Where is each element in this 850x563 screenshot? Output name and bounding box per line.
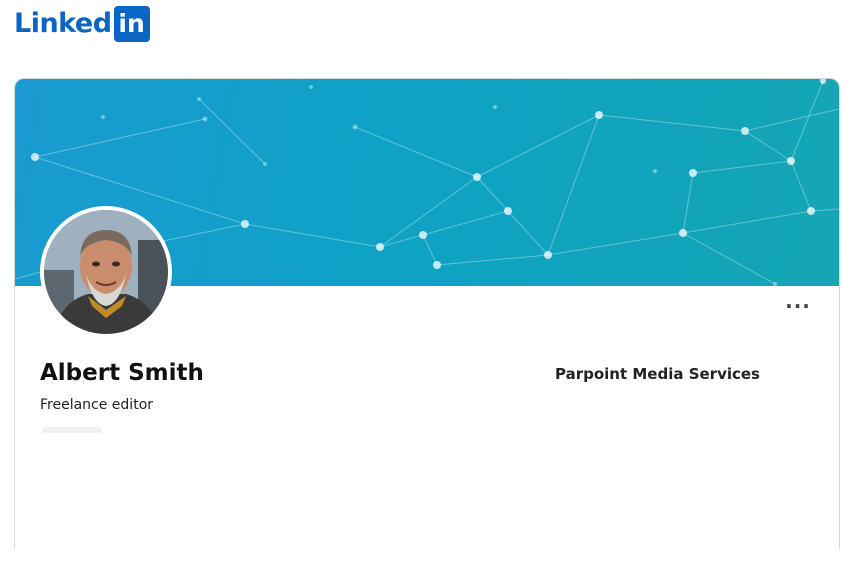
profile-card: ··· Albert Smith Freelance editor Parpoi… bbox=[14, 78, 840, 549]
profile-headline: Freelance editor bbox=[40, 397, 154, 413]
current-company[interactable]: Parpoint Media Services bbox=[555, 365, 760, 383]
linkedin-logo[interactable]: Linked in bbox=[14, 6, 150, 42]
profile-avatar[interactable] bbox=[40, 206, 172, 338]
ellipsis-icon: ··· bbox=[785, 294, 811, 318]
profile-name: Albert Smith bbox=[40, 360, 204, 386]
more-options-button[interactable]: ··· bbox=[783, 296, 813, 319]
avatar-photo bbox=[44, 210, 168, 334]
logo-wordmark: Linked bbox=[14, 8, 112, 39]
logo-in-box: in bbox=[113, 6, 150, 42]
faint-divider bbox=[42, 427, 102, 433]
